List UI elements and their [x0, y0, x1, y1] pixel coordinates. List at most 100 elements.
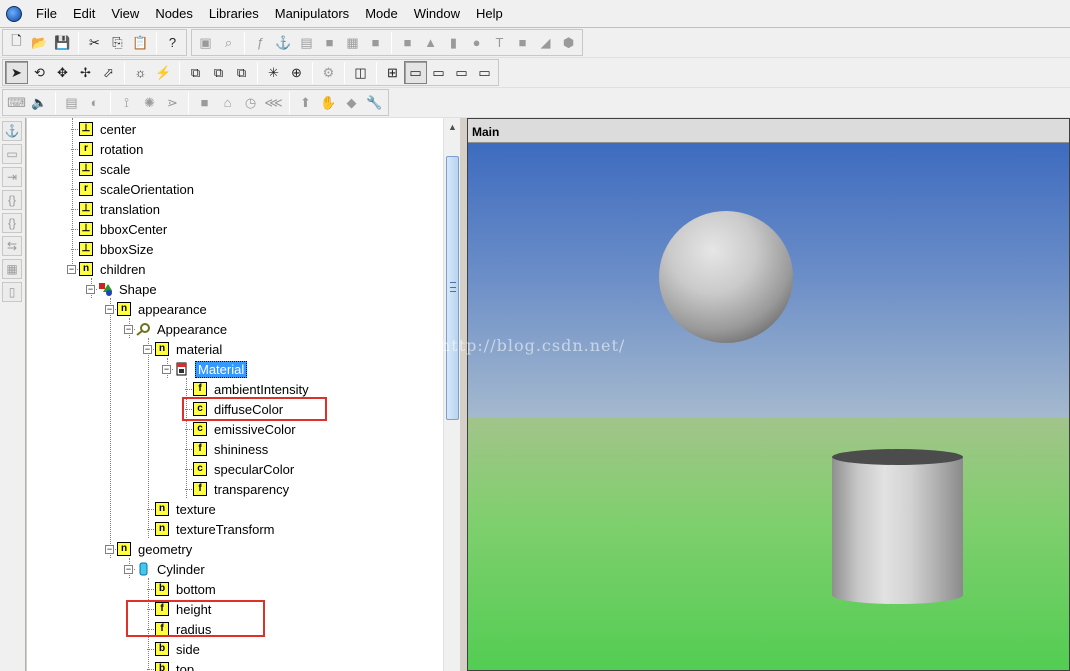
paste-icon[interactable]: 📋 — [129, 31, 152, 54]
touch-sensor-icon[interactable]: ✋ — [317, 91, 340, 114]
sphere-shape-icon[interactable]: ● — [465, 31, 488, 54]
sphere-object[interactable] — [659, 211, 793, 343]
walk-icon[interactable]: ✢ — [74, 61, 97, 84]
tree-scrollbar[interactable]: ▲ — [443, 118, 460, 671]
transform-icon[interactable]: {} — [2, 213, 22, 233]
layout-single-icon[interactable]: ▭ — [404, 61, 427, 84]
new-file-icon[interactable]: 🗋 — [5, 31, 28, 54]
collapse-toggle-icon[interactable]: − — [105, 305, 114, 314]
sphere-sensor-icon[interactable]: ◆ — [340, 91, 363, 114]
tree-row[interactable]: b bottom — [155, 579, 216, 599]
preview-icon[interactable]: ⚙ — [317, 61, 340, 84]
lod-icon[interactable]: ▦ — [2, 259, 22, 279]
time-sensor-icon[interactable]: ◷ — [239, 91, 262, 114]
tree-row[interactable]: n material — [155, 339, 222, 359]
fly-icon[interactable]: ⬀ — [97, 61, 120, 84]
document-icon[interactable]: ▤ — [60, 91, 83, 114]
layout-quad-icon[interactable]: ⊞ — [381, 61, 404, 84]
tree-row[interactable]: n texture — [155, 499, 216, 519]
copy-icon[interactable]: ⎘ — [106, 31, 129, 54]
indexed-face-set-icon[interactable]: ⬢ — [557, 31, 580, 54]
pan-icon[interactable]: ✥ — [51, 61, 74, 84]
film-node-icon[interactable]: ▤ — [295, 31, 318, 54]
extrusion-icon[interactable]: ◢ — [534, 31, 557, 54]
open-folder-icon[interactable]: 📂 — [28, 31, 51, 54]
block-node-icon[interactable]: ■ — [364, 31, 387, 54]
background-icon[interactable]: ◐ — [83, 91, 106, 114]
directional-light-icon[interactable]: ⋗ — [161, 91, 184, 114]
menu-edit[interactable]: Edit — [65, 3, 103, 25]
menu-window[interactable]: Window — [406, 3, 468, 25]
tree-row[interactable]: ⊥ center — [79, 119, 136, 139]
scroll-thumb[interactable] — [446, 156, 459, 420]
billboard-icon[interactable]: ▭ — [2, 144, 22, 164]
collapse-toggle-icon[interactable]: − — [86, 285, 95, 294]
scroll-up-icon[interactable]: ▲ — [444, 118, 461, 135]
menu-help[interactable]: Help — [468, 3, 511, 25]
tree-row[interactable]: n appearance — [117, 299, 207, 319]
lightning-icon[interactable]: ⚡ — [152, 61, 175, 84]
globe-icon[interactable]: ⊕ — [285, 61, 308, 84]
tree-row[interactable]: c emissiveColor — [193, 419, 296, 439]
anchor-node-icon[interactable]: ⚓ — [272, 31, 295, 54]
cut-icon[interactable]: ✂ — [83, 31, 106, 54]
script-node-icon[interactable]: ƒ — [249, 31, 272, 54]
pane-splitter[interactable] — [460, 118, 467, 671]
collapse-toggle-icon[interactable]: − — [124, 565, 133, 574]
tree-row[interactable]: n geometry — [117, 539, 192, 559]
3d-viewport[interactable]: Main — [467, 118, 1070, 671]
cylinder-object[interactable] — [832, 457, 963, 595]
collapse-toggle-icon[interactable]: − — [105, 545, 114, 554]
box-node-icon[interactable]: ■ — [318, 31, 341, 54]
examine-icon[interactable]: ⟲ — [28, 61, 51, 84]
collapse-toggle-icon[interactable]: − — [67, 265, 76, 274]
select-arrow-icon[interactable]: ➤ — [5, 61, 28, 84]
inline-icon[interactable]: ⇥ — [2, 167, 22, 187]
collapse-toggle-icon[interactable]: − — [124, 325, 133, 334]
tree-row[interactable]: r scaleOrientation — [79, 179, 194, 199]
tree-row[interactable]: ⊥ scale — [79, 159, 130, 179]
tree-row[interactable]: Material — [174, 359, 248, 379]
collapse-toggle-icon[interactable]: − — [143, 345, 152, 354]
tree-row[interactable]: Cylinder — [136, 559, 205, 579]
tree-row[interactable]: f ambientIntensity — [193, 379, 309, 399]
menu-libraries[interactable]: Libraries — [201, 3, 267, 25]
tree-row[interactable]: Shape — [98, 279, 157, 299]
group-node-icon[interactable]: ▣ — [194, 31, 217, 54]
switch-icon[interactable]: ⇆ — [2, 236, 22, 256]
app-globe-icon[interactable] — [6, 5, 22, 22]
cone-shape-icon[interactable]: ▲ — [419, 31, 442, 54]
tree-row[interactable]: n children — [79, 259, 146, 279]
spotlight-icon[interactable]: ⟟ — [115, 91, 138, 114]
cylinder-shape-icon[interactable]: ▮ — [442, 31, 465, 54]
elevation-grid-icon[interactable]: ■ — [511, 31, 534, 54]
tree-row[interactable]: Appearance — [136, 319, 227, 339]
tree-row[interactable]: b top — [155, 659, 194, 671]
tree-row[interactable]: f transparency — [193, 479, 289, 499]
layout-full-icon[interactable]: ▭ — [473, 61, 496, 84]
menu-file[interactable]: File — [28, 3, 65, 25]
collapse-toggle-icon[interactable]: − — [162, 365, 171, 374]
find-node-icon[interactable]: ⌕ — [217, 31, 240, 54]
tree-row[interactable]: c specularColor — [193, 459, 294, 479]
stack-mono-icon[interactable]: ⧉ — [207, 61, 230, 84]
box-shape-icon[interactable]: ■ — [396, 31, 419, 54]
tree-row[interactable]: ⊥ bboxSize — [79, 239, 153, 259]
axes-icon[interactable]: ✳ — [262, 61, 285, 84]
menu-manipulators[interactable]: Manipulators — [267, 3, 357, 25]
menu-view[interactable]: View — [103, 3, 147, 25]
sound-icon[interactable]: 🔈 — [28, 91, 51, 114]
script-icon[interactable]: ▯ — [2, 282, 22, 302]
anchor-icon[interactable]: ⚓ — [2, 121, 22, 141]
headlight-icon[interactable]: ☼ — [129, 61, 152, 84]
proximity-sensor-icon[interactable]: ⌂ — [216, 91, 239, 114]
help-icon[interactable]: ? — [161, 31, 184, 54]
tree-row[interactable]: b side — [155, 639, 200, 659]
stack-color-icon[interactable]: ⧉ — [230, 61, 253, 84]
tree-row[interactable]: r rotation — [79, 139, 143, 159]
layout-right-icon[interactable]: ▭ — [450, 61, 473, 84]
cylinder-sensor-icon[interactable]: ⬆ — [294, 91, 317, 114]
tree-row[interactable]: ⊥ translation — [79, 199, 160, 219]
menu-nodes[interactable]: Nodes — [147, 3, 201, 25]
keyboard-sensor-icon[interactable]: ⌨ — [5, 91, 28, 114]
